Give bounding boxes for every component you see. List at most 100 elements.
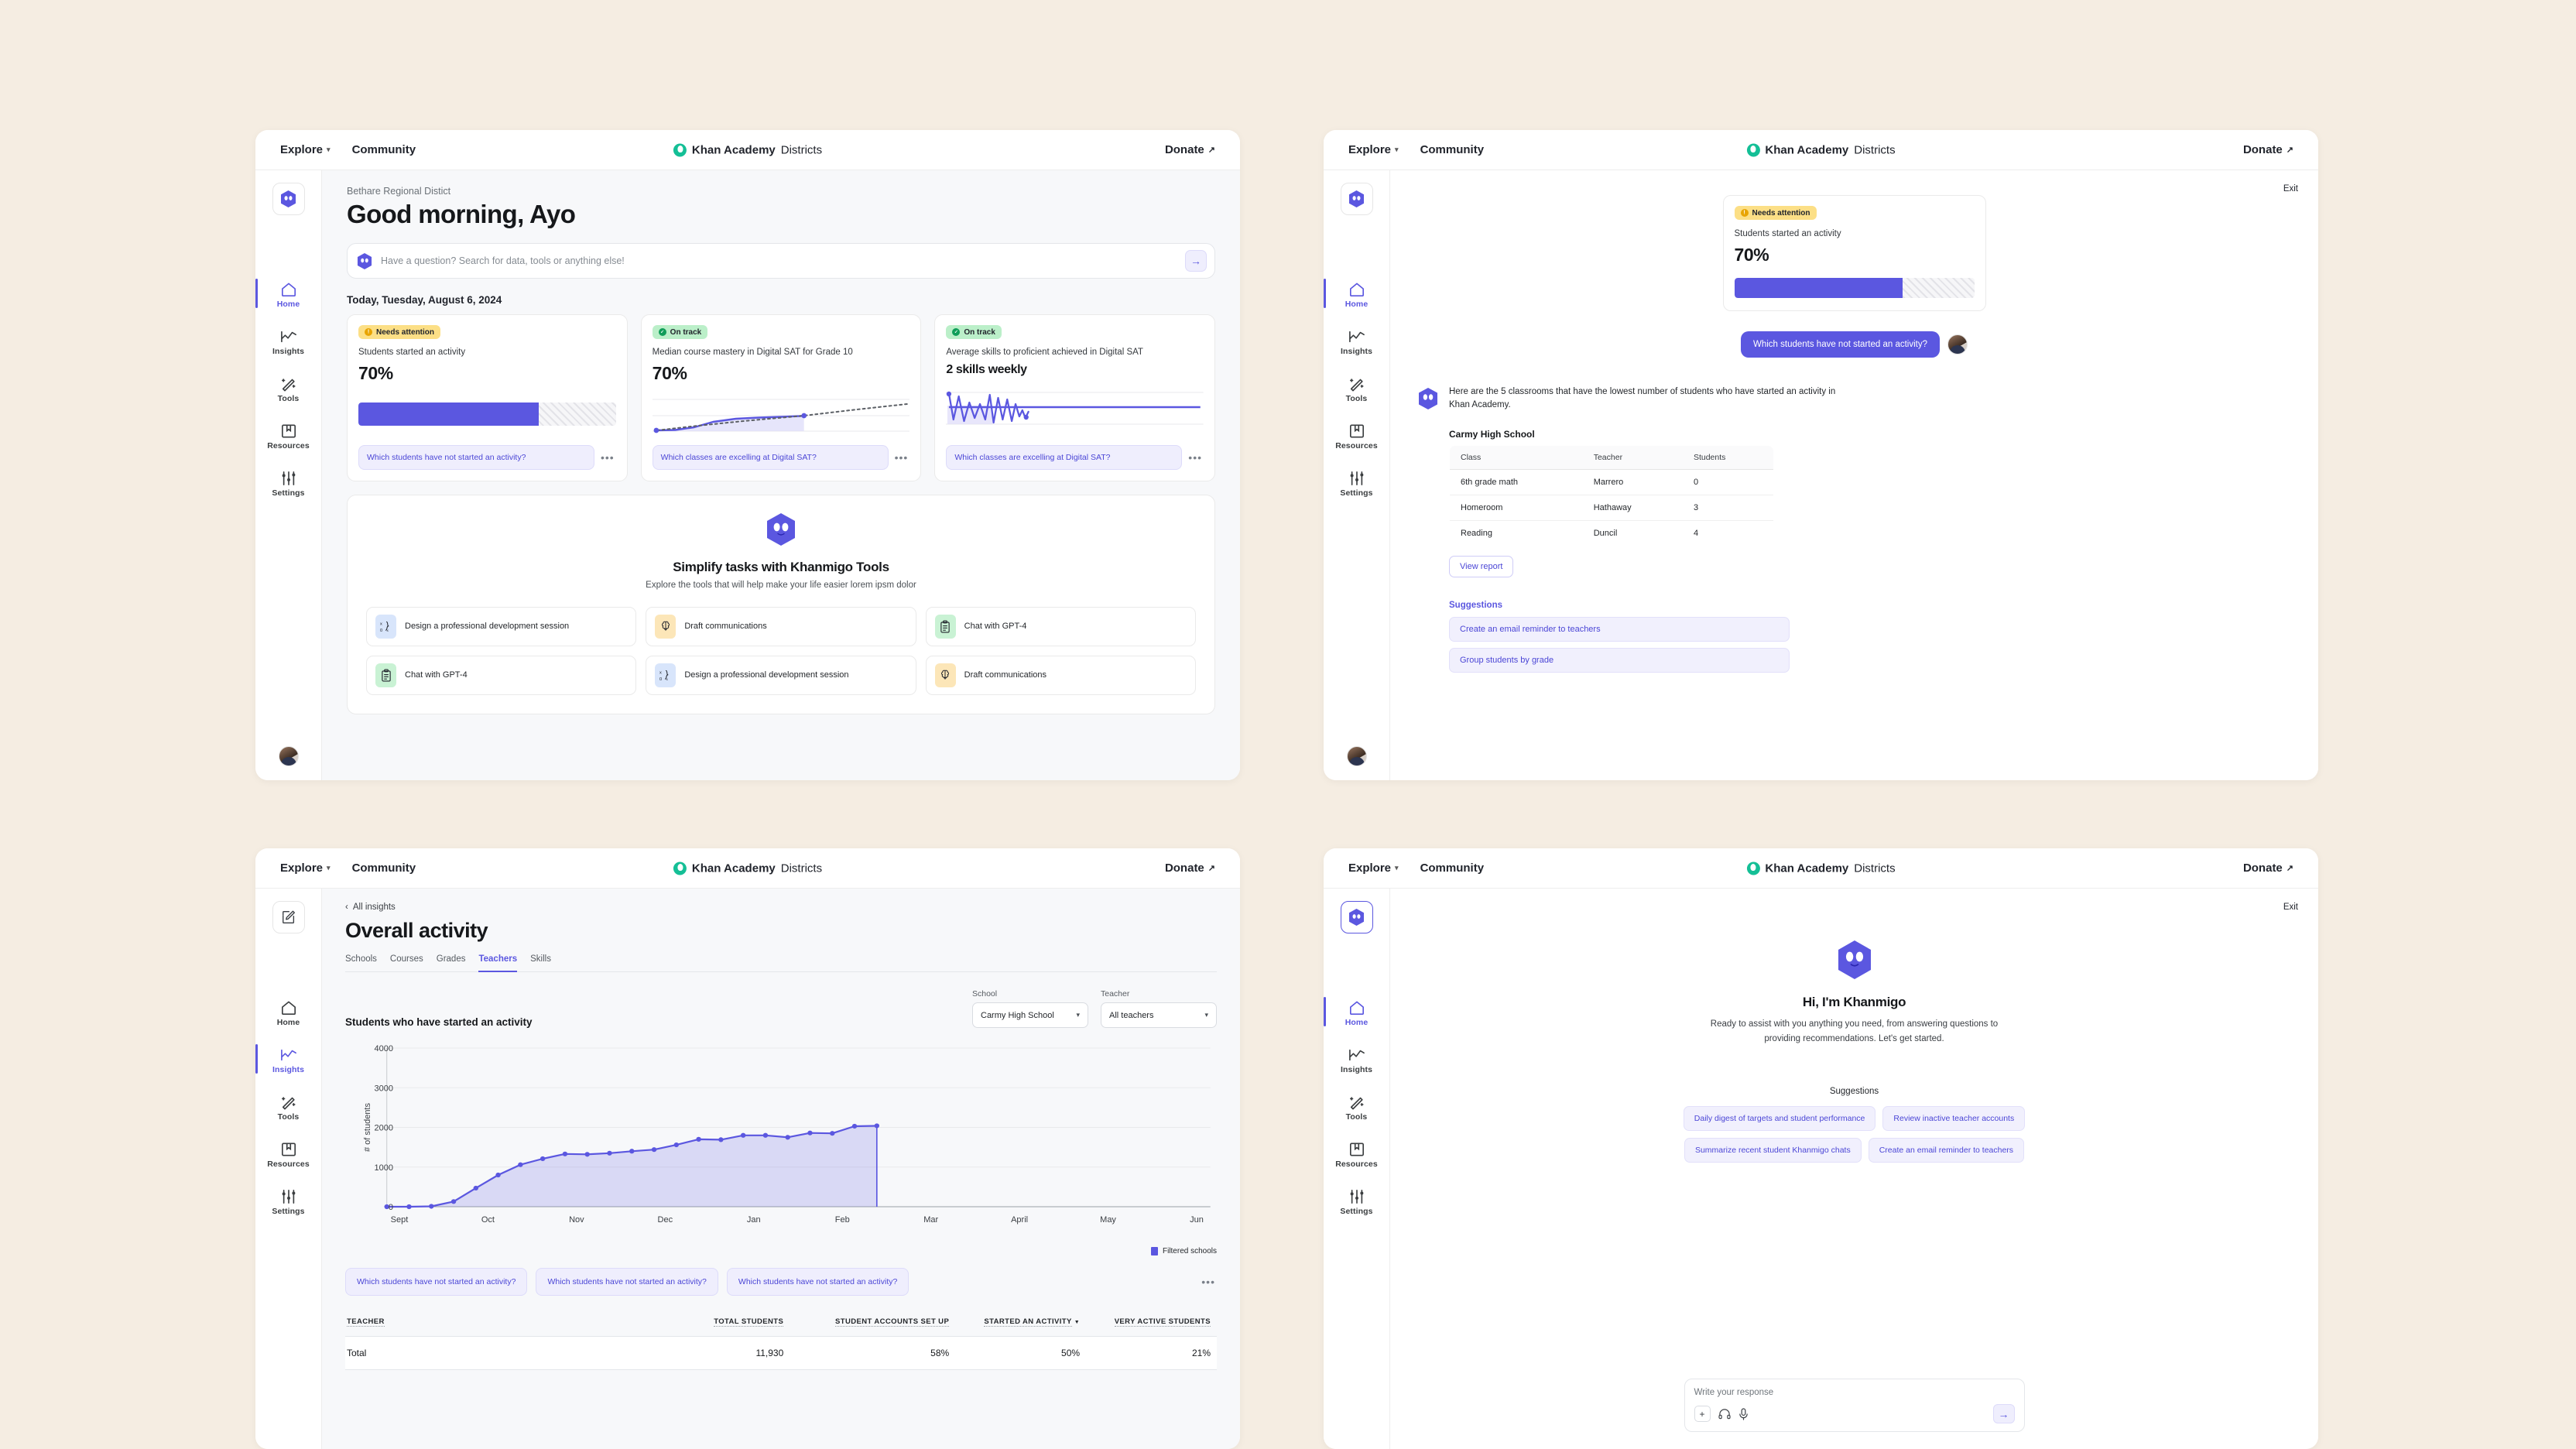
sidebar-item-home[interactable]: Home	[255, 277, 321, 313]
donate-link[interactable]: Donate ↗	[1165, 862, 1215, 875]
tab-schools[interactable]: Schools	[345, 954, 377, 972]
more-options-icon[interactable]: •••	[1187, 451, 1204, 464]
sidebar-item-settings[interactable]: Settings	[1324, 1184, 1389, 1221]
sidebar-item-home[interactable]: Home	[1324, 995, 1389, 1032]
sidebar-item-home[interactable]: Home	[255, 995, 321, 1032]
school-select[interactable]: Carmy High School ▾	[972, 1002, 1088, 1028]
sidebar-item-resources[interactable]: Resources	[1324, 419, 1389, 455]
nav-community[interactable]: Community	[352, 143, 416, 156]
metric-card[interactable]: Needs attention Students started an acti…	[347, 314, 628, 481]
donate-link[interactable]: Donate ↗	[2243, 862, 2293, 875]
more-options-icon[interactable]: •••	[599, 451, 616, 464]
suggested-question-chip[interactable]: Which classes are excelling at Digital S…	[946, 444, 1183, 470]
suggested-question-chip[interactable]: Which students have not started an activ…	[345, 1268, 528, 1296]
suggestion-chip[interactable]: Review inactive teacher accounts	[1882, 1105, 2026, 1131]
nav-community[interactable]: Community	[1420, 143, 1485, 156]
sidebar-item-resources[interactable]: Resources	[1324, 1137, 1389, 1173]
tab-courses[interactable]: Courses	[390, 954, 423, 972]
donate-link[interactable]: Donate ↗	[2243, 143, 2293, 156]
column-header-teacher[interactable]: TEACHER	[345, 1317, 642, 1336]
khanmigo-launcher-button[interactable]	[1340, 901, 1373, 933]
nav-explore[interactable]: Explore ▾	[280, 143, 331, 156]
tool-card[interactable]: Chat with GPT-4	[925, 606, 1196, 646]
progress-fill	[1734, 277, 1903, 298]
tab-skills[interactable]: Skills	[530, 954, 551, 972]
nav-community[interactable]: Community	[352, 862, 416, 875]
user-avatar[interactable]	[1346, 746, 1367, 766]
nav-explore[interactable]: Explore ▾	[280, 862, 331, 875]
breadcrumb[interactable]: ‹ All insights	[345, 903, 1217, 912]
add-attachment-icon[interactable]: +	[1694, 1406, 1711, 1422]
exit-link[interactable]: Exit	[2283, 184, 2298, 194]
column-header-accounts-set-up[interactable]: STUDENT ACCOUNTS SET UP	[790, 1317, 955, 1336]
brand-logo[interactable]: Khan Academy Districts	[673, 862, 822, 875]
metric-card[interactable]: On track Median course mastery in Digita…	[640, 314, 922, 481]
donate-link[interactable]: Donate ↗	[1165, 143, 1215, 156]
suggestion-item[interactable]: Create an email reminder to teachers	[1449, 617, 1790, 642]
user-avatar[interactable]	[278, 746, 299, 766]
more-options-icon[interactable]: •••	[893, 451, 910, 464]
suggested-question-chip[interactable]: Which students have not started an activ…	[726, 1268, 909, 1296]
tool-card[interactable]: Chat with GPT-4	[366, 655, 637, 695]
compose-button[interactable]	[272, 901, 305, 933]
search-input[interactable]: Have a question? Search for data, tools …	[381, 255, 1177, 266]
sidebar-item-settings[interactable]: Settings	[255, 1184, 321, 1221]
sidebar-item-tools[interactable]: Tools	[1324, 372, 1389, 408]
sidebar-item-insights[interactable]: Insights	[1324, 1043, 1389, 1079]
brand-logo[interactable]: Khan Academy Districts	[1746, 143, 1896, 156]
column-header-started-activity[interactable]: STARTED AN ACTIVITY ▼	[955, 1317, 1086, 1336]
bot-message-row: Here are the 5 classrooms that have the …	[1410, 385, 2298, 673]
sidebar-item-settings[interactable]: Settings	[1324, 466, 1389, 502]
tab-grades[interactable]: Grades	[437, 954, 466, 972]
tool-card[interactable]: x0x Design a professional development se…	[366, 606, 637, 646]
microphone-icon[interactable]	[1738, 1407, 1749, 1420]
external-link-icon: ↗	[1208, 146, 1215, 155]
column-header-total-students[interactable]: TOTAL STUDENTS	[642, 1317, 790, 1336]
tools-icon	[1349, 379, 1364, 392]
nav-explore[interactable]: Explore ▾	[1348, 862, 1399, 875]
more-options-icon[interactable]: •••	[1200, 1276, 1217, 1288]
khanmigo-launcher-button[interactable]	[1340, 183, 1373, 215]
suggestion-item[interactable]: Group students by grade	[1449, 648, 1790, 673]
nav-explore[interactable]: Explore ▾	[1348, 143, 1399, 156]
sidebar-item-resources[interactable]: Resources	[255, 1137, 321, 1173]
sparkline-visual	[652, 396, 910, 434]
tool-card[interactable]: Draft communications	[925, 655, 1196, 695]
search-submit-button[interactable]: →	[1185, 250, 1207, 272]
suggestion-chip[interactable]: Summarize recent student Khanmigo chats	[1684, 1137, 1862, 1163]
exit-link[interactable]: Exit	[2283, 903, 2298, 912]
column-header-very-active[interactable]: VERY ACTIVE STUDENTS	[1086, 1317, 1217, 1336]
tab-teachers[interactable]: Teachers	[478, 954, 518, 972]
sidebar-item-tools[interactable]: Tools	[1324, 1090, 1389, 1126]
khanmigo-launcher-button[interactable]	[272, 183, 305, 215]
sidebar-item-tools[interactable]: Tools	[255, 1090, 321, 1126]
sidebar-item-tools[interactable]: Tools	[255, 372, 321, 408]
sidebar-item-resources[interactable]: Resources	[255, 419, 321, 455]
brand-logo[interactable]: Khan Academy Districts	[1746, 862, 1896, 875]
sidebar-item-insights[interactable]: Insights	[255, 324, 321, 361]
nav-community[interactable]: Community	[1420, 862, 1485, 875]
tool-card[interactable]: Draft communications	[646, 606, 916, 646]
send-button[interactable]: →	[1992, 1404, 2015, 1423]
khan-academy-leaf-icon	[673, 862, 687, 875]
suggested-question-chip[interactable]: Which students have not started an activ…	[358, 444, 594, 470]
view-report-button[interactable]: View report	[1449, 556, 1514, 578]
suggestion-chip[interactable]: Create an email reminder to teachers	[1868, 1137, 2025, 1163]
metric-card[interactable]: On track Average skills to proficient ac…	[934, 314, 1216, 481]
headphones-icon[interactable]	[1718, 1408, 1731, 1420]
search-bar[interactable]: Have a question? Search for data, tools …	[347, 243, 1215, 279]
response-input[interactable]: Write your response	[1694, 1388, 2015, 1397]
suggested-question-chip[interactable]: Which students have not started an activ…	[536, 1268, 718, 1296]
suggestions-label: Suggestions	[1829, 1086, 1879, 1096]
suggested-question-chip[interactable]: Which classes are excelling at Digital S…	[652, 444, 889, 470]
sidebar-item-home[interactable]: Home	[1324, 277, 1389, 313]
message-composer[interactable]: Write your response + →	[1684, 1379, 2025, 1432]
sidebar-item-insights[interactable]: Insights	[255, 1043, 321, 1079]
tool-grid: x0x Design a professional development se…	[366, 606, 1196, 695]
sidebar-item-insights[interactable]: Insights	[1324, 324, 1389, 361]
brand-logo[interactable]: Khan Academy Districts	[673, 143, 822, 156]
teacher-select[interactable]: All teachers ▾	[1101, 1002, 1217, 1028]
tool-card[interactable]: x0x Design a professional development se…	[646, 655, 916, 695]
suggestion-chip[interactable]: Daily digest of targets and student perf…	[1683, 1105, 1876, 1131]
sidebar-item-settings[interactable]: Settings	[255, 466, 321, 502]
